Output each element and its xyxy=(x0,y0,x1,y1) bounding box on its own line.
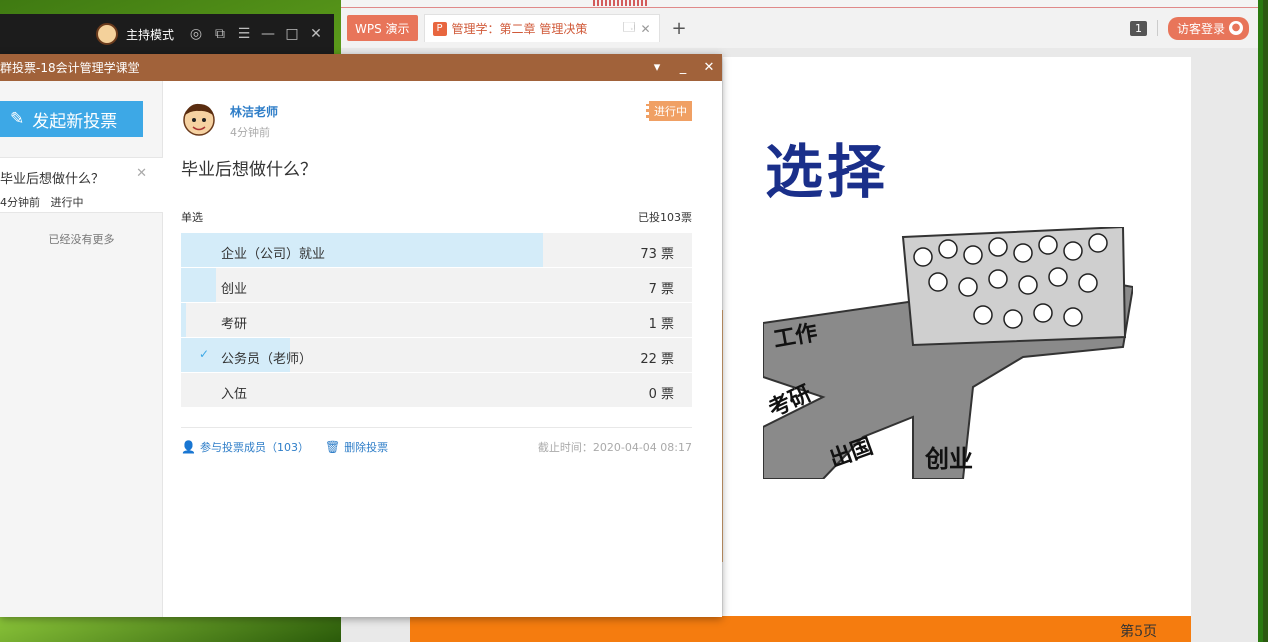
dialog-title: 群投票-18会计管理学课堂 xyxy=(0,61,140,75)
wps-tab-bar: WPS 演示 P 管理学：第二章 管理决策 🗔 ✕ + 1 访客登录 ● xyxy=(341,8,1263,48)
poll-option-label: 考研 xyxy=(221,317,248,332)
poll-option-label: 公务员（老师） xyxy=(221,352,313,367)
tab-document[interactable]: P 管理学：第二章 管理决策 🗔 ✕ xyxy=(423,14,660,42)
user-icon: ● xyxy=(1229,21,1243,35)
poll-option-votes: 22 票 xyxy=(640,352,674,367)
list-item-time: 4分钟前 xyxy=(0,196,40,209)
poll-footer: 👤 参与投票成员（103） 🗑 删除投票 截止时间：2020-04-04 08:… xyxy=(181,439,692,455)
tab-wps-app[interactable]: WPS 演示 xyxy=(347,15,418,41)
teacher-avatar[interactable] xyxy=(181,101,217,137)
vote-bar xyxy=(181,303,186,337)
avatar[interactable] xyxy=(95,23,118,45)
slide-canvas[interactable]: 选择 工作 考研 出国 创业 xyxy=(723,57,1191,617)
crossroads-illustration: 工作 考研 出国 创业 xyxy=(763,227,1133,479)
poll-option-votes: 1 票 xyxy=(648,317,674,332)
poll-option[interactable]: 企业（公司）就业 73 票 xyxy=(181,233,692,268)
share-icon[interactable]: ⧉ xyxy=(212,26,228,42)
new-poll-button[interactable]: ✎ 发起新投票 xyxy=(0,101,143,137)
poll-option[interactable]: 考研 1 票 xyxy=(181,303,692,338)
members-link-label: 参与投票成员（103） xyxy=(199,441,309,454)
poll-option[interactable]: 创业 7 票 xyxy=(181,268,692,303)
poll-type: 单选 xyxy=(181,211,203,224)
check-icon: ✓ xyxy=(199,347,210,361)
window-count-badge[interactable]: 1 xyxy=(1129,20,1147,36)
poll-option-votes: 7 票 xyxy=(648,282,674,297)
author-name[interactable]: 林洁老师 xyxy=(230,103,278,120)
minimize-icon[interactable]: — xyxy=(260,26,276,42)
feedback-icon[interactable]: ▾ xyxy=(644,60,670,75)
remove-icon[interactable]: ✕ xyxy=(136,166,147,181)
post-time: 4分钟前 xyxy=(230,126,270,139)
page-number: 第5页 xyxy=(1120,624,1157,640)
total-votes: 已投103票 xyxy=(638,211,692,224)
poll-option-label: 创业 xyxy=(221,282,248,297)
guest-login-label: 访客登录 xyxy=(1176,21,1225,36)
poll-question: 毕业后想做什么？ xyxy=(181,160,317,180)
dialog-title-bar[interactable]: 群投票-18会计管理学课堂 ▾ _ ✕ xyxy=(0,54,722,81)
poll-option-label: 入伍 xyxy=(221,387,248,402)
maximize-icon[interactable]: □ xyxy=(284,26,300,42)
poll-dialog: 群投票-18会计管理学课堂 ▾ _ ✕ ✎ 发起新投票 毕业后想做什么？ ✕ 4… xyxy=(0,54,722,617)
screen-icon[interactable]: 🗔 xyxy=(622,18,635,39)
desktop-edge xyxy=(1258,0,1263,642)
tab-close-icon[interactable]: ✕ xyxy=(640,22,650,36)
tab-bar-right: 1 访客登录 ● xyxy=(1129,16,1263,40)
poll-option[interactable]: 入伍 0 票 xyxy=(181,373,692,408)
members-link[interactable]: 👤 参与投票成员（103） xyxy=(181,439,309,455)
poll-option-label: 企业（公司）就业 xyxy=(221,247,326,262)
slide-title: 选择 xyxy=(765,138,890,206)
poll-sidebar: ✎ 发起新投票 毕业后想做什么？ ✕ 4分钟前 进行中 已经没有更多 xyxy=(0,81,163,617)
host-mode-label: 主持模式 xyxy=(125,27,174,42)
edit-icon: ✎ xyxy=(10,109,25,129)
close-icon[interactable]: ✕ xyxy=(308,26,324,42)
deadline-text: 截止时间：2020-04-04 08:17 xyxy=(537,441,692,454)
no-more-text: 已经没有更多 xyxy=(48,233,115,246)
slide-footer-bar: 第5页 xyxy=(410,616,1191,642)
delete-poll-label: 删除投票 xyxy=(344,441,389,454)
poll-options: 企业（公司）就业 73 票创业 7 票考研 1 票 ✓ 公务员（老师） 22 票入伍 0 票 xyxy=(181,233,692,408)
minimize-icon[interactable]: _ xyxy=(670,60,696,75)
presentation-icon: P xyxy=(432,21,447,36)
drag-handle[interactable] xyxy=(593,0,649,6)
close-icon[interactable]: ✕ xyxy=(696,60,722,75)
dialog-body: ✎ 发起新投票 毕业后想做什么？ ✕ 4分钟前 进行中 已经没有更多 林洁老师 … xyxy=(0,81,722,617)
menu-icon[interactable]: ☰ xyxy=(236,26,252,42)
poll-option-votes: 73 票 xyxy=(640,247,674,262)
list-item[interactable]: 毕业后想做什么？ ✕ 4分钟前 进行中 xyxy=(0,157,163,213)
guest-login-button[interactable]: 访客登录 ● xyxy=(1167,16,1249,40)
user-icon: 👤 xyxy=(181,440,196,454)
list-item-status: 进行中 xyxy=(50,196,84,209)
wps-top-line xyxy=(341,0,1263,8)
host-mode-bar: 主持模式 ◎ ⧉ ☰ — □ ✕ xyxy=(0,14,334,54)
delete-poll-button[interactable]: 🗑 删除投票 xyxy=(325,439,388,455)
divider xyxy=(181,427,692,428)
trash-icon: 🗑 xyxy=(324,440,341,454)
svg-text:创业: 创业 xyxy=(924,445,973,473)
new-tab-button[interactable]: + xyxy=(672,18,687,39)
settings-icon[interactable]: ◎ xyxy=(188,26,204,42)
list-item-question: 毕业后想做什么？ xyxy=(0,172,105,187)
poll-option-votes: 0 票 xyxy=(648,387,674,402)
vote-bar xyxy=(181,268,216,302)
new-poll-label: 发起新投票 xyxy=(32,111,118,132)
list-item-meta: 4分钟前 进行中 xyxy=(0,194,84,210)
poll-option[interactable]: ✓ 公务员（老师） 22 票 xyxy=(181,338,692,373)
tab-document-title: 管理学：第二章 管理决策 xyxy=(451,22,588,36)
poll-content: 林洁老师 4分钟前 进行中 毕业后想做什么？ 单选 已投103票 企业（公司）就… xyxy=(181,81,692,617)
divider xyxy=(1156,20,1158,36)
status-badge: 进行中 xyxy=(646,101,692,121)
